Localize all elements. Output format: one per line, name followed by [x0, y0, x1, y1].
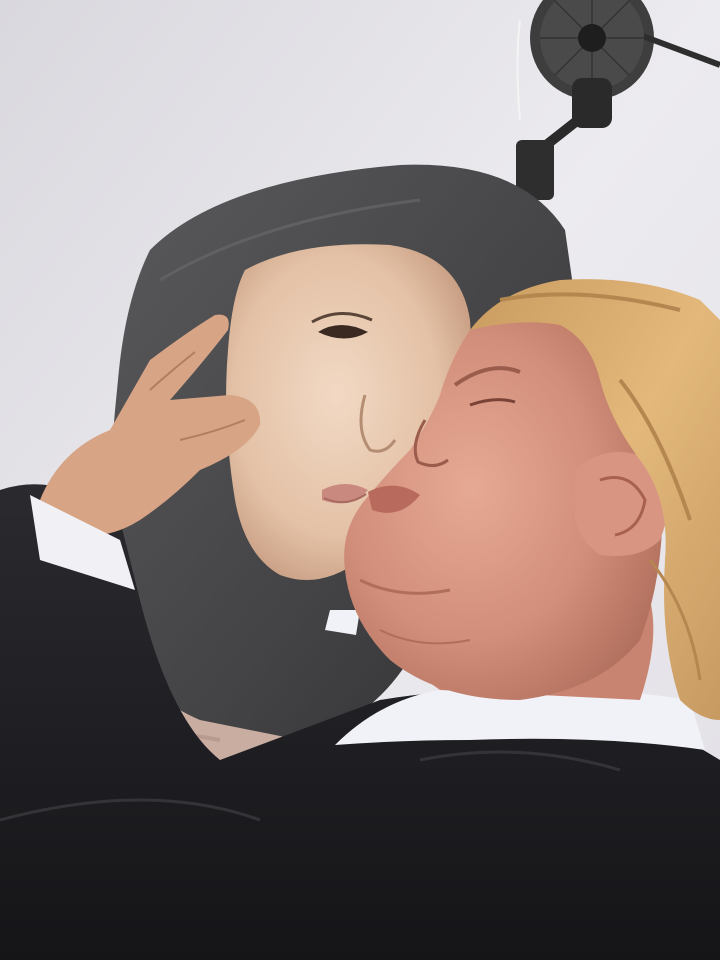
photo-scene	[0, 0, 720, 960]
photo-illustration	[0, 0, 720, 960]
